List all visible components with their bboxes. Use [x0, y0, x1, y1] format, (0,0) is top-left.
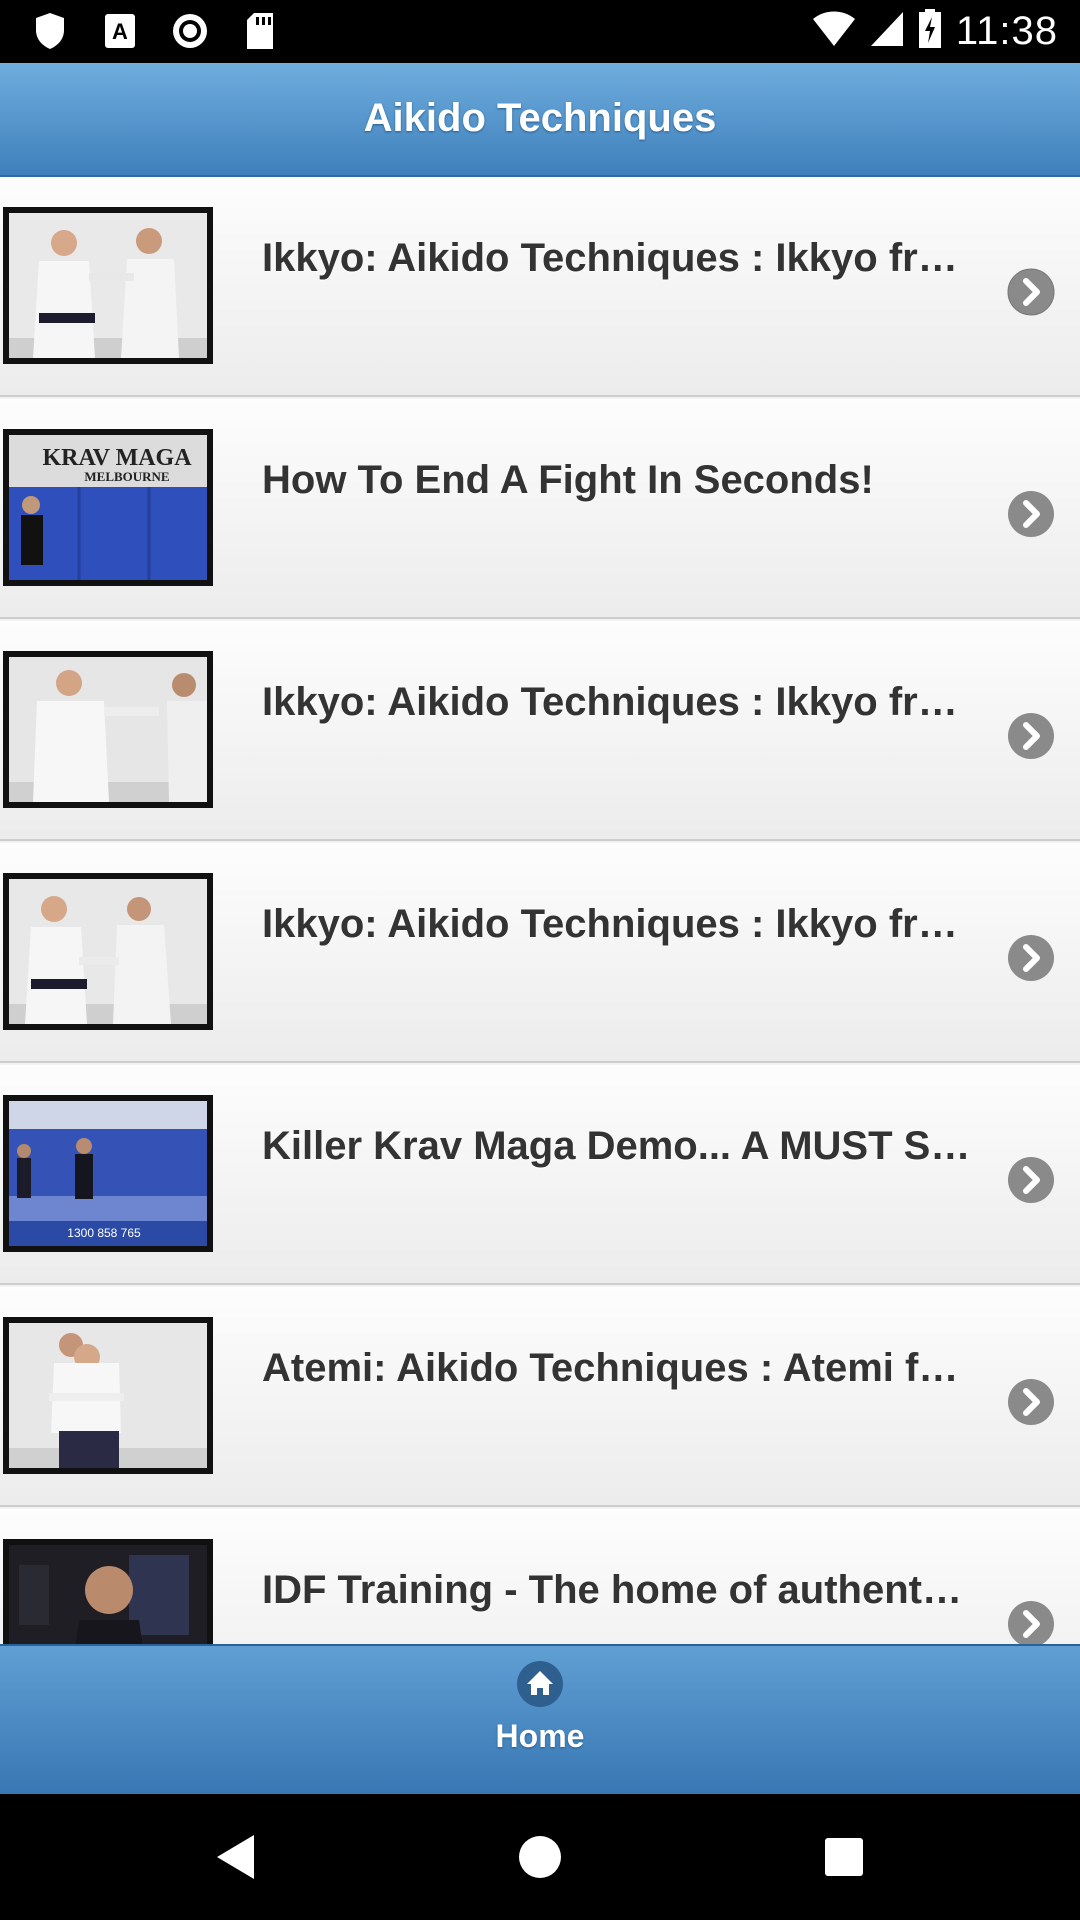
chevron-right-icon	[1008, 713, 1054, 759]
list-item[interactable]: KRAV MAGA MELBOURNE How To End A Fight In…	[0, 399, 1080, 619]
video-title: IDF Training - The home of authentic Kra…	[262, 1568, 972, 1612]
svg-text:A: A	[112, 19, 128, 44]
app-header: Aikido Techniques	[0, 63, 1080, 177]
svg-text:MELBOURNE: MELBOURNE	[84, 469, 169, 484]
list-item[interactable]: IDF Training - The home of authentic Kra…	[0, 1509, 1080, 1644]
status-left-icons: A	[30, 10, 280, 52]
status-right: 11:38	[812, 6, 1058, 56]
home-icon	[517, 1661, 563, 1707]
home-button[interactable]: Home	[460, 1660, 620, 1780]
recents-button[interactable]	[814, 1827, 874, 1887]
chevron-right-icon	[1008, 935, 1054, 981]
footer-navbar: Home	[0, 1644, 1080, 1794]
record-icon	[170, 11, 210, 51]
status-time: 11:38	[955, 8, 1058, 53]
shield-icon	[30, 11, 70, 51]
video-title: Ikkyo: Aikido Techniques : Ikkyo from Fr…	[262, 236, 972, 280]
list-item[interactable]: Ikkyo: Aikido Techniques : Ikkyo from Fr…	[0, 177, 1080, 397]
list-item[interactable]: 1300 858 765 Killer Krav Maga Demo... A …	[0, 1065, 1080, 1285]
font-a-icon: A	[100, 11, 140, 51]
system-nav-bar	[0, 1794, 1080, 1920]
home-circle-icon	[519, 1836, 561, 1878]
svg-text:KRAV MAGA: KRAV MAGA	[42, 445, 192, 471]
back-triangle-icon	[217, 1835, 254, 1879]
home-label: Home	[495, 1718, 585, 1754]
video-title: Ikkyo: Aikido Techniques : Ikkyo from Fr…	[262, 680, 972, 724]
video-title: Killer Krav Maga Demo... A MUST SEE	[262, 1124, 972, 1168]
video-thumbnail: 1300 858 765	[3, 1095, 213, 1252]
chevron-right-icon	[1008, 1601, 1054, 1644]
video-thumbnail	[3, 873, 213, 1030]
video-list: Ikkyo: Aikido Techniques : Ikkyo from Fr…	[0, 177, 1080, 1644]
page-title: Aikido Techniques	[363, 96, 717, 140]
chevron-right-icon	[1008, 1157, 1054, 1203]
chevron-right-icon	[1008, 1379, 1054, 1425]
home-nav-button[interactable]	[510, 1827, 570, 1887]
svg-text:1300 858 765: 1300 858 765	[67, 1226, 141, 1240]
video-title: Atemi: Aikido Techniques : Atemi from Re…	[262, 1346, 972, 1390]
video-thumbnail	[3, 1317, 213, 1474]
video-thumbnail	[3, 651, 213, 808]
video-thumbnail: KRAV MAGA MELBOURNE	[3, 429, 213, 586]
video-title: Ikkyo: Aikido Techniques : Ikkyo from Wr…	[262, 902, 972, 946]
video-thumbnail	[3, 1539, 213, 1644]
recents-square-icon	[825, 1838, 863, 1876]
list-item[interactable]: Ikkyo: Aikido Techniques : Ikkyo from Wr…	[0, 843, 1080, 1063]
video-thumbnail	[3, 207, 213, 364]
status-bar: A 11:38	[0, 0, 1080, 63]
wifi-icon	[812, 11, 856, 52]
video-title: How To End A Fight In Seconds!	[262, 458, 874, 502]
chevron-right-icon	[1008, 491, 1054, 537]
list-item[interactable]: Ikkyo: Aikido Techniques : Ikkyo from Fr…	[0, 621, 1080, 841]
list-item[interactable]: Atemi: Aikido Techniques : Atemi from Re…	[0, 1287, 1080, 1507]
back-button[interactable]	[206, 1827, 266, 1887]
cell-signal-icon	[870, 11, 904, 52]
battery-charging-icon	[918, 8, 942, 54]
sd-card-icon	[240, 11, 280, 51]
chevron-right-icon	[1007, 268, 1055, 316]
